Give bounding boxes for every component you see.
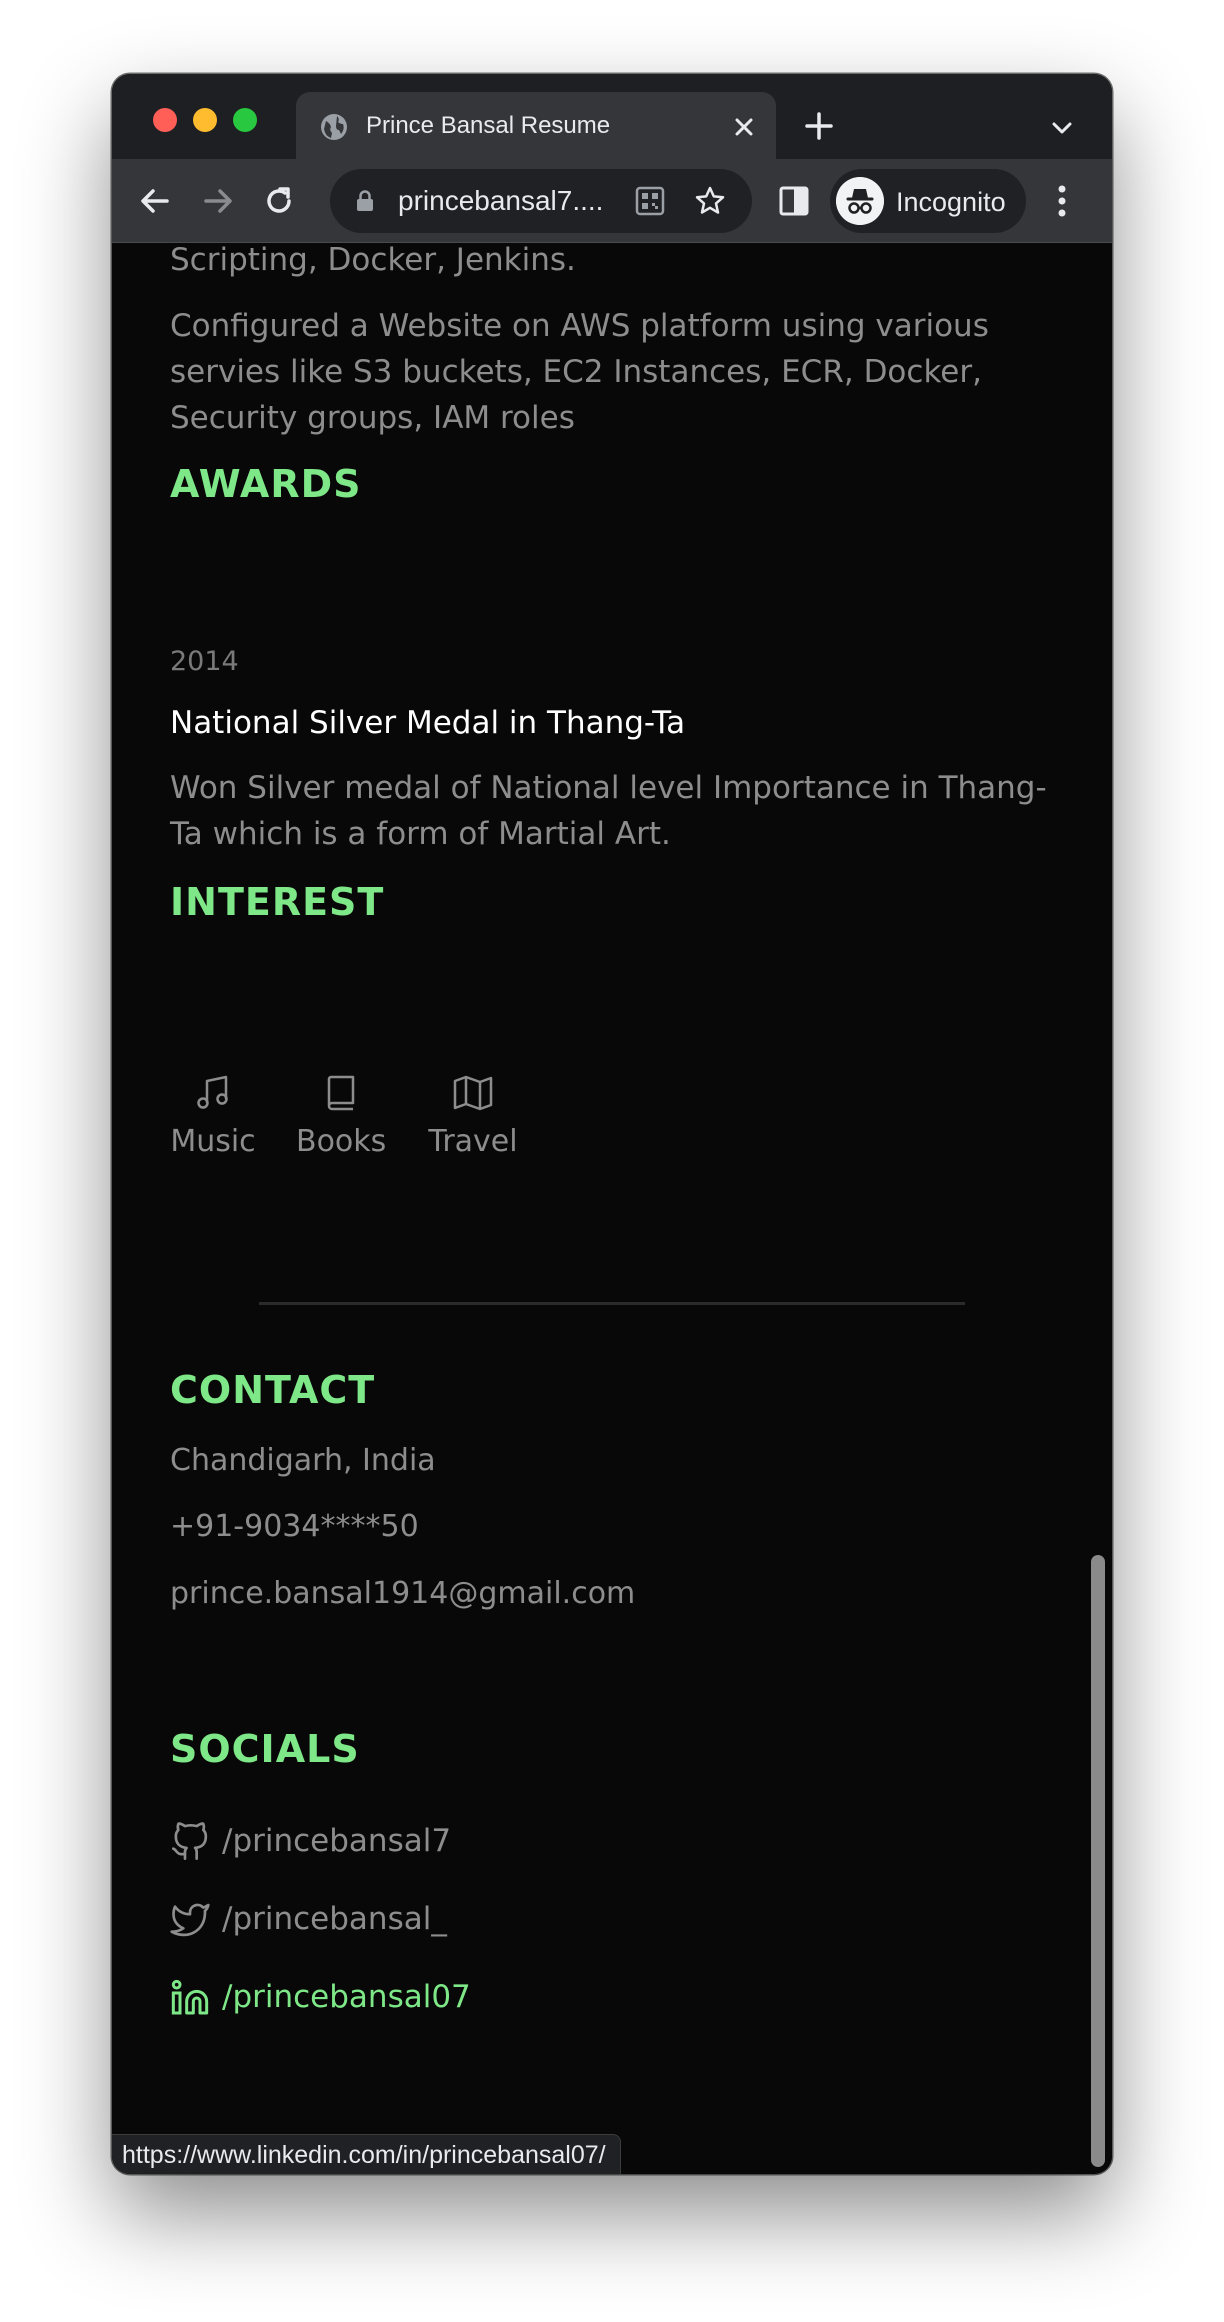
incognito-icon [836, 177, 884, 225]
close-tab-icon[interactable] [733, 116, 755, 138]
link-status-bubble: https://www.linkedin.com/in/princebansal… [112, 2134, 621, 2174]
url-text[interactable]: princebansal7.... [398, 186, 603, 216]
book-icon [327, 1075, 355, 1111]
interest-label: Books [296, 1124, 387, 1159]
forward-arrow-icon[interactable] [201, 184, 235, 218]
social-label[interactable]: /princebansal_ [222, 1900, 447, 1938]
page-content[interactable]: Scripting, Docker, Jenkins. Configured a… [112, 243, 1112, 2174]
contact-heading: CONTACT [170, 1368, 376, 1412]
award-description: Won Silver medal of National level Impor… [170, 770, 1047, 852]
chevron-down-icon[interactable] [1050, 116, 1074, 140]
linkedin-icon [171, 1979, 209, 2015]
profile-label: Incognito [896, 187, 1006, 217]
map-icon [453, 1075, 493, 1111]
tab-strip: Prince Bansal Resume [112, 74, 1112, 160]
address-bar[interactable]: princebansal7.... [330, 169, 752, 233]
github-icon [172, 1822, 208, 1860]
award-year: 2014 [170, 646, 239, 677]
contact-email: prince.bansal1914@gmail.com [170, 1576, 636, 1611]
interest-label: Travel [428, 1124, 518, 1159]
award-title: National Silver Medal in Thang-Ta [170, 705, 686, 741]
incognito-profile-button[interactable]: Incognito [830, 169, 1026, 233]
back-arrow-icon[interactable] [138, 184, 172, 218]
vertical-scrollbar[interactable] [1091, 1555, 1105, 2167]
twitter-icon [170, 1903, 210, 1937]
reload-icon[interactable] [262, 184, 296, 218]
browser-window: Prince Bansal Resume princebansal7.... I… [112, 74, 1112, 2174]
close-window-button[interactable] [153, 108, 177, 132]
interest-heading: INTEREST [170, 880, 385, 924]
interest-item-music: Music [170, 1073, 256, 1159]
browser-toolbar: princebansal7.... Incognito [112, 159, 1112, 243]
more-menu-icon[interactable] [1056, 183, 1068, 219]
interest-label: Music [170, 1124, 256, 1159]
section-divider [259, 1302, 965, 1305]
tab-title: Prince Bansal Resume [366, 112, 611, 139]
awards-heading: AWARDS [170, 462, 362, 506]
interest-item-books: Books [296, 1073, 386, 1159]
qr-code-icon[interactable] [634, 185, 666, 217]
socials-heading: SOCIALS [170, 1727, 360, 1771]
social-label[interactable]: /princebansal07 [222, 1978, 471, 2016]
social-label[interactable]: /princebansal7 [222, 1822, 451, 1860]
maximize-window-button[interactable] [233, 108, 257, 132]
bookmark-star-icon[interactable] [694, 185, 726, 217]
contact-location: Chandigarh, India [170, 1443, 436, 1478]
lock-icon[interactable] [356, 190, 374, 212]
tab-active[interactable]: Prince Bansal Resume [296, 92, 776, 160]
globe-icon [321, 114, 347, 140]
experience-paragraph: Configured a Website on AWS platform usi… [170, 308, 989, 436]
minimize-window-button[interactable] [193, 108, 217, 132]
side-panel-icon[interactable] [777, 184, 811, 218]
interest-item-travel: Travel [426, 1073, 520, 1159]
new-tab-icon[interactable] [804, 111, 834, 141]
music-note-icon [197, 1075, 228, 1109]
experience-line-partial: Scripting, Docker, Jenkins. [170, 243, 576, 278]
contact-phone: +91-9034****50 [170, 1509, 419, 1544]
